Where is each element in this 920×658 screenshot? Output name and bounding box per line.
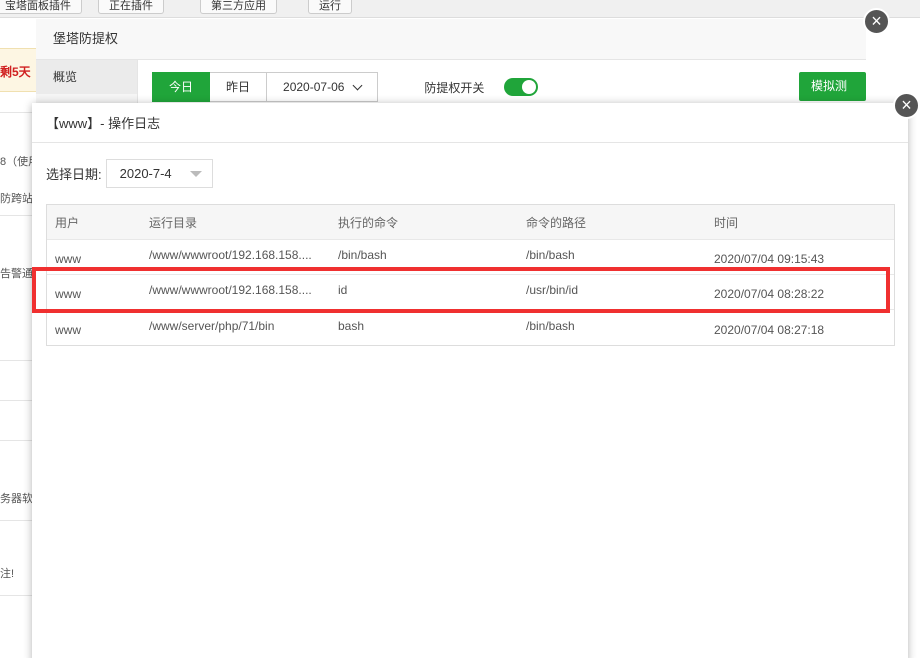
tab-yesterday[interactable]: 昨日 <box>210 72 268 102</box>
date-select-value: 2020-7-4 <box>119 166 172 181</box>
cell-user: www <box>55 252 81 266</box>
cell-command-path: /bin/bash <box>526 318 575 333</box>
plugin-dialog-title: 堡塔防提权 <box>36 19 866 60</box>
background-alert-text: 剩5天 <box>0 65 31 79</box>
background-tab[interactable]: 正在插件 <box>98 0 164 14</box>
plugin-toolbar: 今日 昨日 2020-07-06 防提权开关 <box>152 72 539 102</box>
column-header-user: 用户 <box>55 215 80 230</box>
background-alert: 剩5天 <box>0 48 40 92</box>
highlight-box <box>32 267 890 313</box>
cell-command: bash <box>338 318 365 333</box>
cell-user: www <box>55 322 81 337</box>
simulate-test-button[interactable]: 模拟测试 <box>799 72 866 122</box>
background-text: 防跨站/ <box>0 193 37 205</box>
close-icon[interactable]: × <box>863 8 890 35</box>
close-icon[interactable]: × <box>893 92 920 119</box>
date-filter: 选择日期: 2020-7-4 <box>46 159 213 188</box>
column-header-time: 时间 <box>714 215 739 230</box>
date-filter-label: 选择日期: <box>46 167 102 182</box>
protection-toggle[interactable] <box>504 78 539 96</box>
background-text: 注! <box>0 568 15 580</box>
column-header-directory: 运行目录 <box>149 215 198 230</box>
cell-directory: /www/server/php/71/bin <box>149 318 275 333</box>
protection-switch-label: 防提权开关 <box>424 80 485 95</box>
table-row: www /www/server/php/71/bin bash /bin/bas… <box>47 310 894 345</box>
background-text: 告警通 <box>0 268 33 280</box>
date-select[interactable]: 2020-7-4 <box>105 159 213 188</box>
cell-command: /bin/bash <box>338 248 387 262</box>
cell-time: 2020/07/04 08:27:18 <box>714 322 825 337</box>
date-dropdown[interactable]: 2020-07-06 <box>267 72 379 102</box>
chevron-down-icon <box>352 80 363 90</box>
background-topbar: 宝塔面板插件 正在插件 第三方应用 运行 <box>0 0 920 18</box>
sidebar-item-overview[interactable]: 概览 <box>36 60 137 94</box>
background-tab[interactable]: 宝塔面板插件 <box>0 0 82 14</box>
caret-down-icon <box>189 170 202 177</box>
operation-log-title: 【www】- 操作日志 <box>32 103 908 143</box>
column-header-command-path: 命令的路径 <box>526 215 587 230</box>
table-header: 用户 运行目录 执行的命令 命令的路径 时间 <box>47 205 894 240</box>
background-tab[interactable]: 第三方应用 <box>200 0 277 14</box>
tab-today[interactable]: 今日 <box>152 72 211 102</box>
column-header-command: 执行的命令 <box>338 215 399 230</box>
cell-command-path: /bin/bash <box>526 248 575 262</box>
date-dropdown-value: 2020-07-06 <box>283 80 345 94</box>
operation-log-dialog: 【www】- 操作日志 选择日期: 2020-7-4 用户 运行目录 执行的命令… <box>32 103 908 658</box>
background-tab[interactable]: 运行 <box>308 0 352 14</box>
cell-directory: /www/wwwroot/192.168.158.... <box>149 248 312 262</box>
cell-time: 2020/07/04 09:15:43 <box>714 252 825 266</box>
